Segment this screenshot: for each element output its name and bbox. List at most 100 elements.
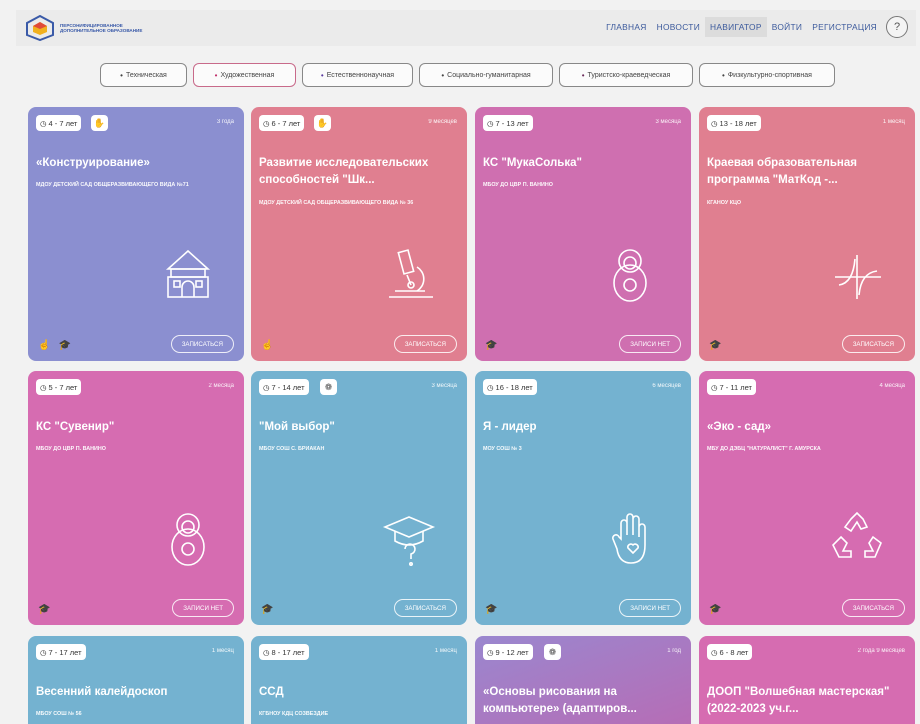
function-graph-icon [835, 255, 881, 299]
card-title: Я - лидер [483, 421, 537, 433]
hand-heart-icon [612, 513, 646, 564]
thumb-icon: ✋ [314, 115, 331, 131]
card-org: КГБНОУ КДЦ Созвездие [259, 711, 329, 717]
duration: 1 месяц [211, 648, 234, 654]
duration: 3 месяца [655, 119, 682, 125]
filter-art[interactable]: • Художественная [193, 63, 296, 87]
enroll-button[interactable]: ЗАПИСИ НЕТ [172, 599, 234, 617]
age-badge: ◷ 9 - 12 лет [483, 644, 533, 660]
filter-label: Художественная [220, 71, 275, 79]
enroll-button[interactable]: ЗАПИСАТЬСЯ [393, 335, 457, 353]
card-title: ССД [259, 686, 284, 698]
cap-icon: 🎓 [709, 604, 722, 615]
age-badge: ◷ 7 - 11 лет [707, 379, 756, 395]
brain-icon: ❁ [544, 644, 561, 660]
filter-label: Техническая [125, 71, 167, 79]
cap-icon: 🎓 [485, 604, 498, 615]
hand-icon: ☝ [38, 340, 51, 351]
dot-icon: • [441, 70, 445, 80]
enroll-button[interactable]: ЗАПИСИ НЕТ [619, 335, 681, 353]
logo-icon [26, 15, 54, 41]
age-badge: ◷ 16 - 18 лет [483, 379, 537, 395]
filter-label: Естественнонаучная [326, 71, 395, 79]
program-card[interactable]: ◷ 16 - 18 лет 6 месяцев Я - лидер МОУ СОШ… [475, 371, 691, 625]
age-badge: ◷ 7 - 13 лет [483, 115, 533, 131]
program-card[interactable]: ◷ 7 - 13 лет 3 месяца КС "МукаСолька" МБО… [475, 107, 691, 361]
program-card[interactable]: ◷ 8 - 17 лет 1 месяц ССД КГБНОУ КДЦ Созве… [251, 636, 467, 724]
card-org: МДОУ ДЕТСКИЙ САД ОБЩЕРАЗВИВАЮЩЕГО ВИДА №… [259, 200, 414, 206]
filter-sport[interactable]: • Физкультурно-спортивная [699, 63, 835, 87]
card-tags: 🎓 [261, 604, 273, 615]
filter-science[interactable]: • Естественнонаучная [302, 63, 413, 87]
program-card[interactable]: ◷ 7 - 14 лет ❁ 3 месяца "Мой выбор" МБОУ … [251, 371, 467, 625]
program-card[interactable]: ◷ 6 - 8 лет 2 года 9 месяцев ДООП "Волшеб… [699, 636, 915, 724]
program-card[interactable]: ◷ 13 - 18 лет 1 месяц Краевая образовател… [699, 107, 915, 361]
nav-login[interactable]: ВОЙТИ [767, 17, 807, 37]
dot-icon: • [320, 70, 324, 80]
thumb-icon: ✋ [91, 115, 108, 131]
card-title: "Мой выбор" [259, 421, 335, 433]
enroll-button[interactable]: ЗАПИСАТЬСЯ [841, 599, 905, 617]
enroll-button[interactable]: ЗАПИСИ НЕТ [619, 599, 681, 617]
dot-icon: • [581, 70, 585, 80]
nav-navigator[interactable]: НАВИГАТОР [705, 17, 767, 37]
program-card[interactable]: ◷ 6 - 7 лет ✋ 9 месяцев Развитие исследов… [251, 107, 467, 361]
program-card[interactable]: ◷ 9 - 12 лет ❁ 1 год «Основы рисования на… [475, 636, 691, 724]
top-header: Персонифицированное дополнительное образ… [16, 10, 916, 46]
dot-icon: • [214, 70, 218, 80]
card-tags: 🎓 [485, 604, 497, 615]
dot-icon: • [120, 70, 123, 80]
clock-icon: ◷ [263, 382, 270, 392]
cap-icon: 🎓 [261, 604, 274, 615]
duration: 1 месяц [434, 648, 457, 654]
brain-icon: ❁ [320, 379, 337, 395]
age-badge: ◷ 13 - 18 лет [707, 115, 761, 131]
card-tags: ☝ [261, 340, 273, 351]
card-org: МБОУ ДО ЦВР п. Ванино [483, 182, 553, 188]
card-title: «Эко - сад» [707, 421, 772, 433]
program-card[interactable]: ◷ 7 - 11 лет 4 месяца «Эко - сад» МБУ ДО … [699, 371, 915, 625]
help-button[interactable]: ? [886, 16, 908, 38]
logo[interactable]: Персонифицированное дополнительное образ… [26, 15, 150, 41]
duration: 1 месяц [882, 119, 905, 125]
program-card[interactable]: ◷ 4 - 7 лет ✋ 3 года «Конструирование» МД… [28, 107, 244, 361]
duration: 3 месяца [431, 383, 458, 389]
duration: 6 месяцев [652, 383, 681, 389]
filter-social[interactable]: • Социально-гуманитарная [419, 63, 553, 87]
clock-icon: ◷ [40, 118, 47, 128]
program-card[interactable]: ◷ 7 - 17 лет 1 месяц Весенний калейдоскоп… [28, 636, 244, 724]
card-title: Краевая образовательная программа "МатКо… [707, 157, 857, 186]
card-title: Развитие исследовательских способностей … [259, 157, 429, 186]
age-badge: ◷ 4 - 7 лет [36, 115, 82, 131]
nav-home[interactable]: ГЛАВНАЯ [601, 17, 652, 37]
duration: 2 года 9 месяцев [857, 648, 905, 654]
clock-icon: ◷ [40, 382, 47, 392]
card-org: МБУ ДО ДЭБЦ "Натуралист" г. Амурска [707, 446, 821, 452]
enroll-button[interactable]: ЗАПИСАТЬСЯ [841, 335, 905, 353]
card-title: «Основы рисования на компьютере» (адапти… [483, 686, 637, 715]
card-org: МБОУ СОШ № 56 [36, 711, 82, 717]
hand-icon: ☝ [261, 340, 274, 351]
nav-news[interactable]: НОВОСТИ [652, 17, 705, 37]
program-card[interactable]: ◷ 5 - 7 лет 2 месяца КС "Сувенир" МБОУ ДО… [28, 371, 244, 625]
clock-icon: ◷ [40, 647, 47, 657]
card-title: ДООП "Волшебная мастерская" (2022-2023 у… [707, 686, 890, 715]
nav-register[interactable]: РЕГИСТРАЦИЯ [807, 17, 882, 37]
filter-label: Туристско-краеведческая [587, 71, 671, 79]
clock-icon: ◷ [263, 118, 270, 128]
enroll-button[interactable]: ЗАПИСАТЬСЯ [393, 599, 457, 617]
card-org: МОУ СОШ № 3 [483, 446, 522, 452]
filter-technical[interactable]: • Техническая [100, 63, 187, 87]
clock-icon: ◷ [487, 382, 494, 392]
enroll-button[interactable]: ЗАПИСАТЬСЯ [170, 335, 234, 353]
age-badge: ◷ 8 - 17 лет [259, 644, 309, 660]
card-tags: ☝ 🎓 [38, 340, 71, 351]
logo-text: Персонифицированное дополнительное образ… [60, 23, 143, 33]
filter-tourism[interactable]: • Туристско-краеведческая [559, 63, 693, 87]
duration: 4 месяца [879, 383, 906, 389]
card-title: «Конструирование» [36, 157, 150, 169]
clock-icon: ◷ [487, 647, 494, 657]
age-badge: ◷ 5 - 7 лет [36, 379, 82, 395]
matryoshka-icon [613, 249, 647, 302]
card-tags: 🎓 [38, 604, 50, 615]
